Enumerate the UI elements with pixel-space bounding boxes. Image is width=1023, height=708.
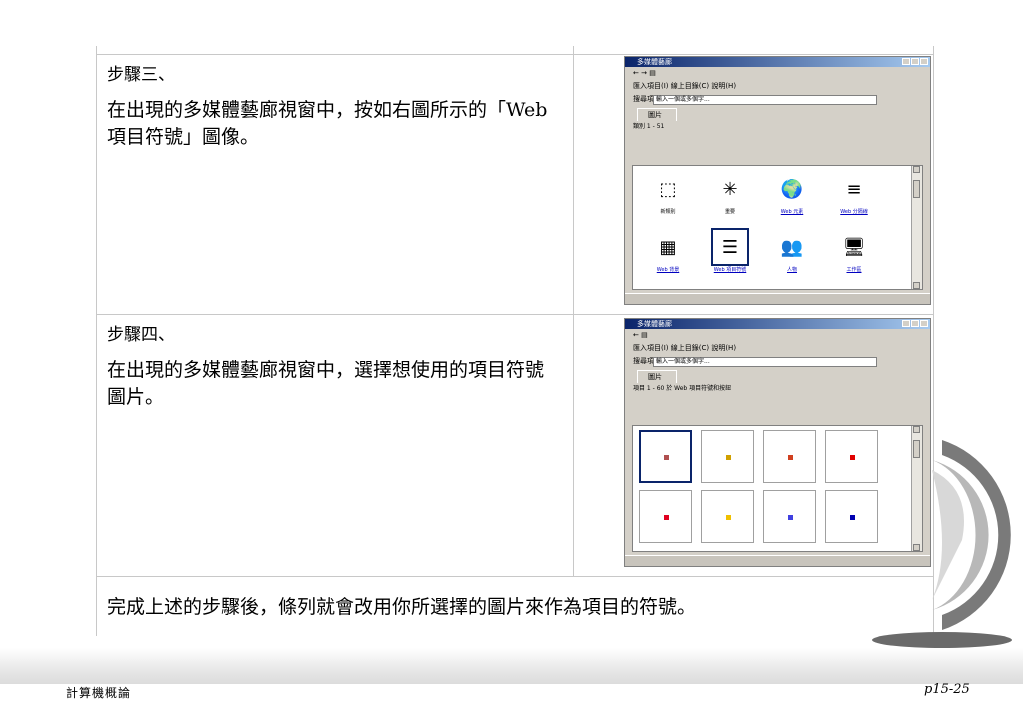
clip-label: Web 元素 (780, 209, 804, 215)
nav-toolbar: ← ▤ (625, 329, 930, 342)
search-row: 搜尋項目 輸入一個或多個字... (625, 93, 930, 106)
table-border (97, 576, 933, 577)
close-icon[interactable] (920, 58, 928, 65)
close-icon[interactable] (920, 320, 928, 327)
minimize-icon[interactable] (902, 320, 910, 327)
bullet-option[interactable] (763, 490, 816, 543)
bullet-dot-icon (787, 454, 793, 460)
back-icon[interactable]: ← (633, 331, 639, 339)
clip-pane: ⬚ 新類別 ✳ 重要 🌍 Web 元素 ≡ Web 分隔線 ▦ Web 背景 ☰ Web 項目符號 👥 人… (632, 165, 923, 290)
clip-gallery-window-1: 多媒體藝廊 ← → ▤ 匯入項目(I) 線上目錄(C) 說明(H) 搜尋項目 輸… (624, 56, 931, 305)
all-categories-icon[interactable]: ▤ (641, 331, 648, 339)
bullet-dot-icon (725, 454, 731, 460)
forward-icon[interactable]: → (641, 69, 647, 77)
status-bar (625, 293, 930, 304)
clip-item[interactable]: ☰ Web 項目符號 (703, 228, 757, 273)
all-categories-icon[interactable]: ▤ (649, 69, 656, 77)
bullet-option[interactable] (701, 490, 754, 543)
people-icon: 👥 (780, 236, 804, 258)
footer-course-title: 計算機概論 (66, 686, 132, 700)
menu-toolbar[interactable]: 匯入項目(I) 線上目錄(C) 說明(H) (625, 342, 930, 355)
window-titlebar: 多媒體藝廊 (625, 57, 930, 67)
new-category-icon: ⬚ (659, 178, 677, 200)
nav-toolbar: ← → ▤ (625, 67, 930, 80)
clip-item[interactable]: ≡ Web 分隔線 (827, 172, 881, 216)
item-count: 項目 1 - 60 於 Web 項目符號和按鈕 (633, 385, 732, 392)
maximize-icon[interactable] (911, 320, 919, 327)
globe-decoration-icon (872, 440, 1012, 648)
bullet-option[interactable] (639, 490, 692, 543)
clip-label: 工作區 (846, 267, 862, 273)
scroll-down-icon[interactable] (913, 282, 920, 289)
tab-pictures[interactable]: 圖片 (637, 108, 677, 121)
maximize-icon[interactable] (911, 58, 919, 65)
bullet-option[interactable] (825, 490, 878, 543)
back-icon[interactable]: ← (633, 69, 639, 77)
clip-label: Web 分隔線 (840, 209, 868, 215)
vertical-scrollbar[interactable] (911, 166, 922, 289)
table-border (97, 54, 933, 55)
conclusion-text: 完成上述的步驟後，條列就會改用你所選擇的圖片來作為項目的符號。 (107, 596, 697, 618)
divider-icon: ≡ (846, 178, 862, 200)
sparkle-icon: ✳ (722, 178, 738, 200)
bullet-dot-icon (787, 514, 793, 520)
step3-cell: 步驟三、 在出現的多媒體藝廊視窗中，按如右圖所示的「Web 項目符號」圖像。 (107, 62, 562, 151)
clip-item[interactable]: ⬚ 新類別 (641, 172, 695, 216)
table-divider (573, 46, 574, 576)
tab-row: 圖片 (625, 106, 930, 122)
scroll-up-icon[interactable] (913, 166, 920, 173)
clip-item[interactable]: 🌍 Web 元素 (765, 172, 819, 216)
step4-cell: 步驟四、 在出現的多媒體藝廊視窗中，選擇想使用的項目符號圖片。 (107, 322, 562, 411)
clip-item[interactable]: ▦ Web 背景 (641, 230, 695, 274)
footer-band (0, 648, 1023, 684)
clip-item[interactable]: 👥 人物 (765, 230, 819, 274)
item-count: 類別 1 - 51 (633, 123, 665, 130)
clip-label: 重要 (724, 209, 735, 215)
bullet-option[interactable] (763, 430, 816, 483)
clip-item[interactable]: ✳ 重要 (703, 172, 757, 216)
globe-icon: 🌍 (780, 178, 804, 200)
clip-item[interactable]: 🖥 工作區 (827, 230, 881, 274)
window-controls (902, 320, 928, 327)
clip-label: Web 背景 (656, 267, 680, 273)
search-input[interactable]: 輸入一個或多個字... (653, 95, 877, 105)
bullet-option[interactable] (639, 430, 692, 483)
search-input[interactable]: 輸入一個或多個字... (653, 357, 877, 367)
clip-label: 新類別 (660, 209, 676, 215)
window-title: 多媒體藝廊 (637, 320, 672, 328)
bullet-dot-icon (725, 514, 731, 520)
footer-page-number: p15-25 (924, 682, 970, 697)
table-border (97, 314, 933, 315)
tab-row: 圖片 (625, 368, 930, 384)
tab-pictures[interactable]: 圖片 (637, 370, 677, 383)
step3-text: 在出現的多媒體藝廊視窗中，按如右圖所示的「Web 項目符號」圖像。 (107, 99, 548, 148)
bullet-dot-icon (663, 514, 669, 520)
bullet-dot-icon (849, 454, 855, 460)
search-row: 搜尋項目 輸入一個或多個字... (625, 355, 930, 368)
window-title: 多媒體藝廊 (637, 58, 672, 66)
step4-title: 步驟四、 (107, 325, 175, 345)
bullet-list-icon: ☰ (711, 228, 749, 266)
clip-label: Web 項目符號 (713, 267, 747, 273)
pattern-icon: ▦ (659, 236, 677, 258)
step4-text: 在出現的多媒體藝廊視窗中，選擇想使用的項目符號圖片。 (107, 359, 545, 408)
scroll-thumb[interactable] (913, 180, 920, 198)
window-controls (902, 58, 928, 65)
clip-label: 人物 (786, 267, 797, 273)
bullet-option[interactable] (701, 430, 754, 483)
menu-toolbar[interactable]: 匯入項目(I) 線上目錄(C) 說明(H) (625, 80, 930, 93)
bullet-dot-icon (663, 454, 669, 460)
window-titlebar: 多媒體藝廊 (625, 319, 930, 329)
minimize-icon[interactable] (902, 58, 910, 65)
bullet-option[interactable] (825, 430, 878, 483)
step3-title: 步驟三、 (107, 65, 175, 85)
workplace-icon: 🖥 (842, 236, 866, 258)
bullet-dot-icon (849, 514, 855, 520)
